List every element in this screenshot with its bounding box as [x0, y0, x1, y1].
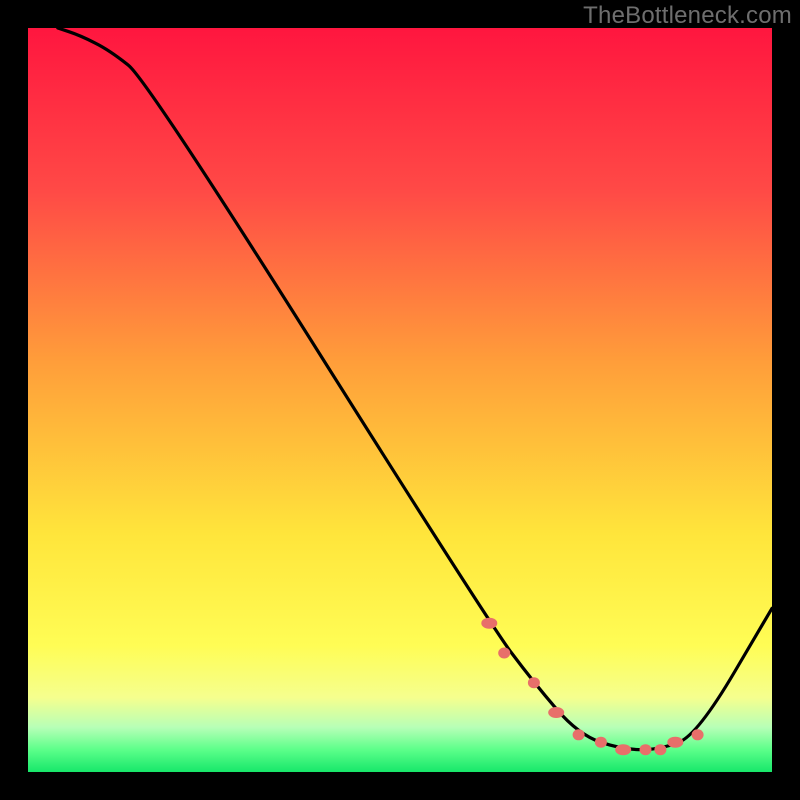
watermark-text: TheBottleneck.com: [583, 2, 792, 30]
highlight-dot: [667, 737, 683, 748]
highlight-dot: [692, 729, 704, 740]
highlight-dot: [481, 618, 497, 629]
highlight-dot: [573, 729, 585, 740]
bottleneck-chart: [0, 0, 800, 800]
plot-background: [28, 28, 772, 772]
highlight-dot: [498, 648, 510, 659]
highlight-dot: [654, 744, 666, 755]
highlight-dot: [615, 744, 631, 755]
highlight-dot: [640, 744, 652, 755]
highlight-dot: [548, 707, 564, 718]
highlight-dot: [595, 737, 607, 748]
chart-container: { "watermark": "TheBottleneck.com", "cha…: [0, 0, 800, 800]
highlight-dot: [528, 677, 540, 688]
